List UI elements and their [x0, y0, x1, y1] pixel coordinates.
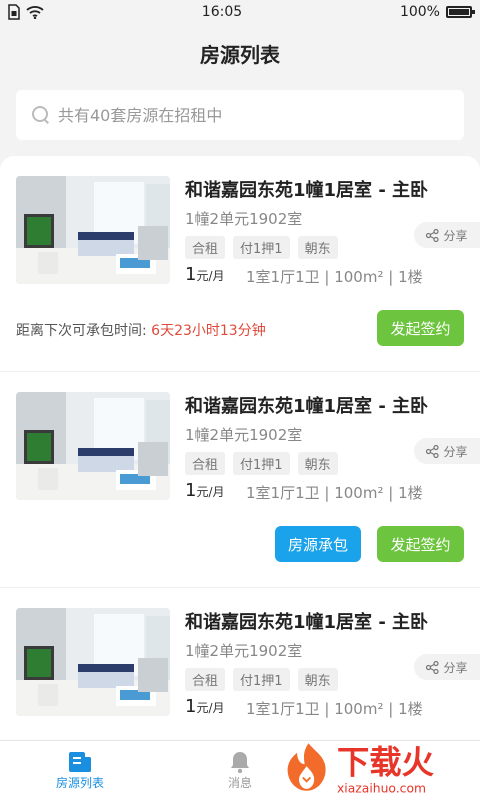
price-unit: 元/月	[196, 269, 225, 283]
listing-photo[interactable]	[16, 176, 170, 284]
share-label: 分享	[443, 660, 468, 675]
wifi-icon	[26, 6, 44, 19]
listing-title[interactable]: 和谐嘉园东苑1幢1居室 - 主卧	[185, 176, 428, 202]
room-info: 1室1厅1卫 | 100m² | 1楼	[246, 268, 423, 286]
listing-price: 1元/月	[185, 264, 225, 285]
listing-address: 1幢2单元1902室	[185, 426, 303, 444]
share-button[interactable]: 分享	[414, 438, 480, 464]
watermark: 下载火 xiazaihuo.com	[280, 736, 480, 800]
bell-icon	[231, 752, 249, 774]
listing-card[interactable]: 和谐嘉园东苑1幢1居室 - 主卧 1幢2单元1902室 合租 付1押1 朝东 分…	[0, 156, 480, 372]
page-title: 房源列表	[200, 42, 280, 67]
share-button[interactable]: 分享	[414, 654, 480, 680]
listing-tags: 合租 付1押1 朝东	[185, 668, 338, 691]
listing-title[interactable]: 和谐嘉园东苑1幢1居室 - 主卧	[185, 608, 428, 634]
listing-title[interactable]: 和谐嘉园东苑1幢1居室 - 主卧	[185, 392, 428, 418]
initiate-contract-button[interactable]: 发起签约	[377, 526, 464, 562]
status-right: 100%	[399, 4, 475, 20]
share-label: 分享	[443, 228, 468, 243]
price-unit: 元/月	[196, 485, 225, 499]
tag: 付1押1	[233, 452, 290, 475]
price-value: 1	[185, 480, 197, 501]
search-input[interactable]	[58, 105, 438, 125]
tab-house-list[interactable]: 房源列表	[0, 741, 160, 800]
listing-address: 1幢2单元1902室	[185, 642, 303, 660]
tag: 朝东	[297, 452, 338, 475]
tag: 朝东	[297, 236, 338, 259]
tag: 合租	[185, 236, 226, 259]
house-list-icon	[69, 752, 91, 772]
battery-percent: 100%	[399, 4, 440, 20]
price-unit: 元/月	[196, 701, 225, 715]
listing-photo[interactable]	[16, 392, 170, 500]
tag: 付1押1	[233, 668, 290, 691]
listing-card[interactable]: 和谐嘉园东苑1幢1居室 - 主卧 1幢2单元1902室 合租 付1押1 朝东 分…	[0, 588, 480, 740]
listing-address: 1幢2单元1902室	[185, 210, 303, 228]
tab-label: 房源列表	[55, 776, 104, 790]
listing-price: 1元/月	[185, 696, 225, 717]
sim-card-icon	[8, 4, 20, 20]
watermark-logo: 下载火 xiazaihuo.com	[287, 743, 435, 796]
status-time: 16:05	[201, 4, 243, 20]
listing-list[interactable]: 和谐嘉园东苑1幢1居室 - 主卧 1幢2单元1902室 合租 付1押1 朝东 分…	[0, 156, 480, 740]
price-value: 1	[185, 264, 197, 285]
price-value: 1	[185, 696, 197, 717]
share-icon	[426, 660, 440, 674]
share-icon	[426, 444, 440, 458]
tag: 合租	[185, 452, 226, 475]
status-bar: 16:05 100%	[0, 0, 480, 24]
room-info: 1室1厅1卫 | 100m² | 1楼	[246, 484, 423, 502]
listing-price: 1元/月	[185, 480, 225, 501]
listing-photo[interactable]	[16, 608, 170, 716]
room-info: 1室1厅1卫 | 100m² | 1楼	[246, 700, 423, 718]
share-icon	[426, 228, 440, 242]
svg-text:xiazaihuo.com: xiazaihuo.com	[337, 782, 426, 796]
initiate-contract-button[interactable]: 发起签约	[377, 310, 464, 346]
tag: 朝东	[297, 668, 338, 691]
property-contract-button[interactable]: 房源承包	[275, 526, 361, 562]
share-label: 分享	[443, 444, 468, 459]
countdown-label: 距离下次可承包时间:	[16, 323, 147, 339]
search-bar[interactable]	[16, 90, 464, 140]
search-icon	[32, 106, 50, 124]
tag: 付1押1	[233, 236, 290, 259]
listing-card[interactable]: 和谐嘉园东苑1幢1居室 - 主卧 1幢2单元1902室 合租 付1押1 朝东 分…	[0, 372, 480, 588]
svg-text:下载火: 下载火	[337, 744, 435, 782]
tag: 合租	[185, 668, 226, 691]
countdown: 距离下次可承包时间: 6天23小时13分钟	[16, 320, 266, 340]
battery-icon	[445, 6, 475, 18]
share-button[interactable]: 分享	[414, 222, 480, 248]
status-left	[8, 4, 44, 20]
tab-label: 消息	[227, 776, 252, 790]
listing-tags: 合租 付1押1 朝东	[185, 452, 338, 475]
countdown-value: 6天23小时13分钟	[151, 323, 266, 339]
listing-tags: 合租 付1押1 朝东	[185, 236, 338, 259]
